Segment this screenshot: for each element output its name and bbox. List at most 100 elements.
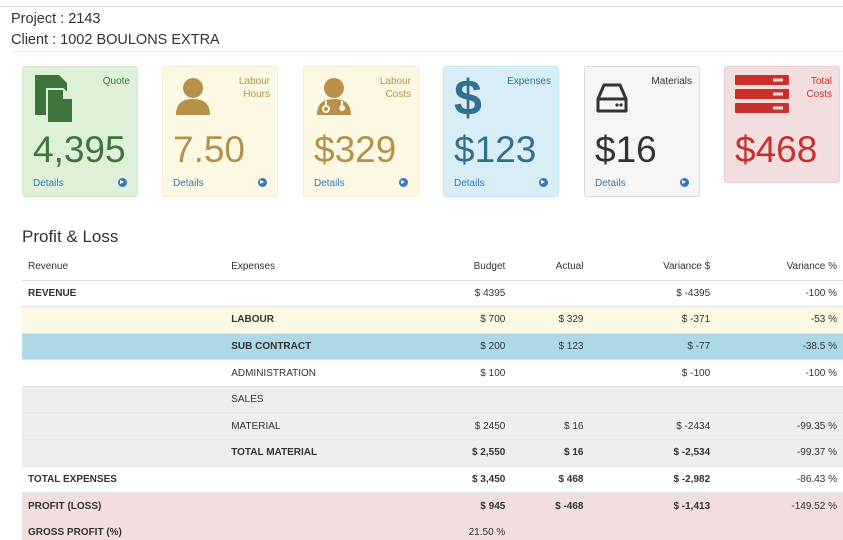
row-actual-cell: $ 16 (511, 412, 590, 440)
total-costs-value: $468 (735, 129, 818, 170)
row-variance-amount-cell: $ -2,982 (589, 465, 717, 493)
profit-loss-table: Revenue Expenses Budget Actual Variance … (22, 253, 843, 540)
row-budget-cell: $ 2,550 (408, 439, 512, 467)
expenses-details-link[interactable]: Details (454, 178, 485, 189)
row-expense-cell: TOTAL MATERIAL (225, 439, 409, 467)
row-expense-cell: LABOUR (225, 306, 409, 334)
svg-text:$: $ (454, 71, 482, 123)
row-revenue-cell (22, 332, 226, 360)
row-budget-cell: $ 200 (408, 332, 512, 360)
row-budget-cell: $ 945 (408, 492, 512, 520)
row-actual-cell: $ 468 (511, 465, 590, 493)
row-variance-percent-cell: -149.52 % (716, 492, 843, 520)
project-label: Project : 2143 (11, 11, 101, 27)
labour-costs-title: Labour Costs (379, 76, 411, 100)
row-variance-amount-cell (589, 518, 717, 540)
arrow-circle-right-icon[interactable] (258, 178, 267, 187)
row-variance-amount-cell: $ -2,534 (589, 439, 717, 467)
row-variance-amount-cell: $ -2434 (589, 412, 717, 440)
labour-hours-details-link[interactable]: Details (173, 178, 204, 189)
row-revenue-cell: REVENUE (22, 279, 226, 307)
row-budget-cell: $ 3,450 (408, 465, 512, 493)
row-budget-cell: 21.50 % (408, 518, 512, 540)
quote-value: 4,395 (33, 129, 126, 170)
row-expense-cell: MATERIAL (225, 412, 409, 440)
top-divider (0, 6, 843, 7)
table-row: MATERIAL $ 2450 $ 16 $ -2434 -99.35 % (22, 412, 843, 440)
row-variance-percent-cell: -53 % (716, 306, 843, 334)
labour-hours-card: Labour Hours 7.50 Details (162, 66, 278, 197)
labour-costs-card: Labour Costs $329 Details (303, 66, 419, 197)
row-variance-percent-cell: -86.43 % (716, 465, 843, 493)
user-md-icon (314, 77, 354, 122)
table-header-row: Revenue Expenses Budget Actual Variance … (22, 253, 843, 281)
expenses-card: $ Expenses $123 Details (443, 66, 559, 197)
table-row: PROFIT (LOSS) $ 945 $ -468 $ -1,413 -149… (22, 492, 843, 520)
row-budget-cell: $ 700 (408, 306, 512, 334)
row-variance-amount-cell (589, 385, 717, 413)
row-variance-amount-cell: $ -371 (589, 306, 717, 334)
column-header: Expenses (225, 253, 409, 281)
dollar-icon: $ (452, 70, 486, 128)
row-variance-amount-cell: $ -1,413 (589, 492, 717, 520)
client-label: Client : 1002 BOULONS EXTRA (11, 32, 220, 48)
row-revenue-cell: GROSS PROFIT (%) (22, 518, 226, 540)
table-row: GROSS PROFIT (%) 21.50 % (22, 518, 843, 540)
row-expense-cell (225, 492, 409, 520)
row-revenue-cell (22, 306, 226, 334)
row-actual-cell (511, 359, 590, 387)
row-actual-cell: $ -468 (511, 492, 590, 520)
row-variance-percent-cell: -99.37 % (716, 439, 843, 467)
table-row: REVENUE $ 4395 $ -4395 -100 % (22, 279, 843, 307)
column-header: Variance % (716, 253, 843, 281)
row-revenue-cell: PROFIT (LOSS) (22, 492, 226, 520)
quote-title: Quote (102, 76, 130, 87)
row-variance-percent-cell: -99.35 % (716, 412, 843, 440)
table-row: TOTAL MATERIAL $ 2,550 $ 16 $ -2,534 -99… (22, 439, 843, 467)
row-budget-cell: $ 100 (408, 359, 512, 387)
arrow-circle-right-icon[interactable] (399, 178, 408, 187)
row-expense-cell (225, 518, 409, 540)
arrow-circle-right-icon[interactable] (539, 178, 548, 187)
total-costs-card: Total Costs $468 (724, 66, 840, 183)
row-revenue-cell (22, 359, 226, 387)
row-expense-cell: SALES (225, 385, 409, 413)
row-actual-cell (511, 385, 590, 413)
row-revenue-cell: TOTAL EXPENSES (22, 465, 226, 493)
materials-card: Materials $16 Details (584, 66, 700, 197)
row-revenue-cell (22, 385, 226, 413)
column-header: Actual (511, 253, 590, 281)
server-icon (735, 75, 789, 118)
hdd-icon (595, 81, 629, 120)
row-revenue-cell (22, 439, 226, 467)
quote-card: Quote 4,395 Details (22, 66, 138, 197)
row-variance-amount-cell: $ -100 (589, 359, 717, 387)
labour-hours-title: Labour Hours (238, 76, 270, 100)
quote-details-link[interactable]: Details (33, 178, 64, 189)
row-variance-percent-cell: -100 % (716, 279, 843, 307)
row-variance-percent-cell (716, 385, 843, 413)
materials-value: $16 (595, 129, 657, 170)
arrow-circle-right-icon[interactable] (680, 178, 689, 187)
materials-details-link[interactable]: Details (595, 178, 626, 189)
arrow-circle-right-icon[interactable] (118, 178, 127, 187)
total-costs-title: Total Costs (806, 76, 832, 100)
column-header: Budget (408, 253, 512, 281)
row-actual-cell (511, 279, 590, 307)
row-budget-cell (408, 385, 512, 413)
profit-loss-title: Profit & Loss (22, 227, 119, 246)
table-row: ADMINISTRATION $ 100 $ -100 -100 % (22, 359, 843, 387)
row-variance-percent-cell: -38.5 % (716, 332, 843, 360)
labour-costs-details-link[interactable]: Details (314, 178, 345, 189)
row-expense-cell (225, 465, 409, 493)
labour-costs-value: $329 (314, 129, 397, 170)
expenses-value: $123 (454, 129, 537, 170)
row-expense-cell (225, 279, 409, 307)
user-icon (173, 77, 213, 122)
row-actual-cell: $ 16 (511, 439, 590, 467)
table-row: TOTAL EXPENSES $ 3,450 $ 468 $ -2,982 -8… (22, 465, 843, 493)
row-actual-cell (511, 518, 590, 540)
file-icon (33, 73, 79, 130)
row-budget-cell: $ 4395 (408, 279, 512, 307)
materials-title: Materials (651, 76, 692, 87)
